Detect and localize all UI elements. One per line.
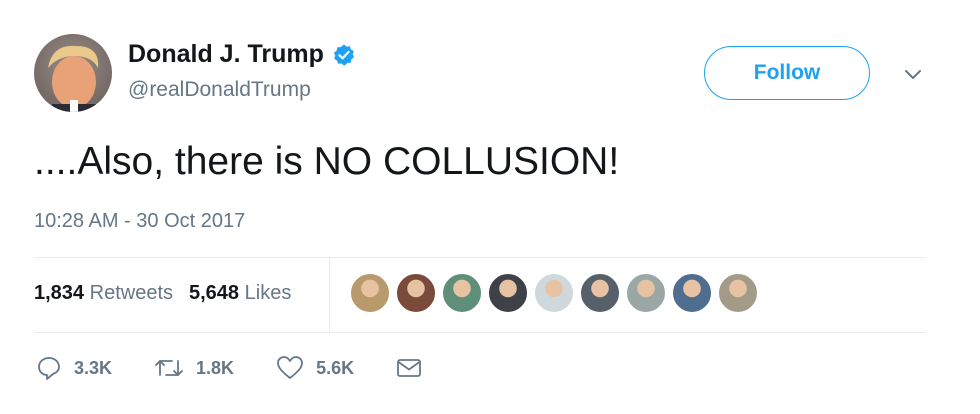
like-action[interactable]: 5.6K (276, 355, 354, 381)
chevron-down-icon[interactable] (900, 62, 926, 88)
verified-badge-icon (333, 44, 354, 65)
author-handle[interactable]: @realDonaldTrump (128, 78, 311, 102)
liker-avatar-icon[interactable] (442, 273, 482, 313)
retweet-action[interactable]: 1.8K (154, 355, 234, 381)
stats-divider (329, 258, 330, 332)
likes-label: Likes (244, 282, 292, 304)
liker-avatar-icon[interactable] (534, 273, 574, 313)
envelope-icon (397, 359, 421, 377)
follow-button[interactable]: Follow (704, 46, 870, 100)
divider (34, 257, 926, 258)
liker-avatar-icon[interactable] (488, 273, 528, 313)
retweets-label: Retweets (89, 282, 173, 304)
reply-action[interactable]: 3.3K (36, 355, 112, 381)
retweet-icon (155, 360, 183, 376)
reply-count: 3.3K (74, 357, 113, 378)
tweet-timestamp[interactable]: 10:28 AM - 30 Oct 2017 (34, 210, 245, 233)
liker-avatar-icon[interactable] (396, 273, 436, 313)
heart-icon (277, 356, 303, 379)
action-bar: 3.3K 1.8K 5.6K (36, 355, 464, 381)
reply-icon (38, 357, 60, 380)
liker-avatar-icon[interactable] (718, 273, 758, 313)
retweets-stat[interactable]: 1,834 Retweets (34, 282, 173, 305)
retweet-count: 1.8K (196, 357, 235, 378)
liker-avatar-icon[interactable] (672, 273, 712, 313)
direct-message-action[interactable] (396, 357, 422, 379)
like-count: 5.6K (316, 357, 355, 378)
engagement-stats: 1,834 Retweets 5,648 Likes (34, 282, 291, 305)
avatar[interactable] (34, 34, 112, 112)
likes-count: 5,648 (189, 282, 240, 304)
retweets-count: 1,834 (34, 282, 85, 304)
liker-avatar-icon[interactable] (580, 273, 620, 313)
divider (34, 332, 926, 333)
author-name[interactable]: Donald J. Trump (128, 40, 324, 69)
liker-avatar-icon[interactable] (626, 273, 666, 313)
likes-stat[interactable]: 5,648 Likes (189, 282, 291, 305)
avatar-portrait-icon (34, 34, 112, 112)
tweet-text: ....Also, there is NO COLLUSION! (34, 140, 620, 183)
liker-avatar-icon[interactable] (350, 273, 390, 313)
liker-avatars (350, 273, 758, 313)
